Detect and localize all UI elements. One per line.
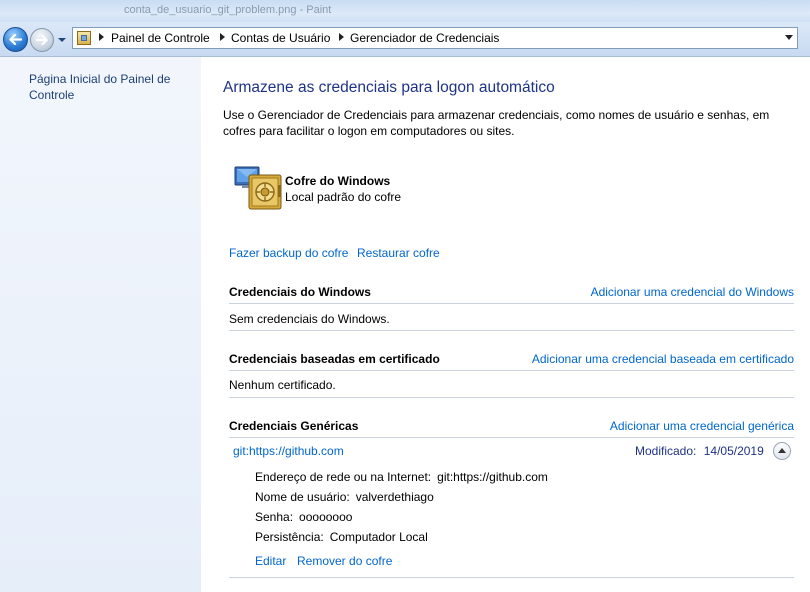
section-divider <box>229 577 794 578</box>
window-title-bar: conta_de_usuario_git_problem.png - Paint <box>0 0 810 22</box>
detail-network-address: Endereço de rede ou na Internet: git:http… <box>255 470 548 484</box>
detail-label: Persistência: <box>255 530 324 544</box>
control-panel-home-link[interactable]: Página Inicial do Painel de Controle <box>29 71 189 103</box>
windows-credentials-empty: Sem credenciais do Windows. <box>229 312 390 326</box>
page-description: Use o Gerenciador de Credenciais para ar… <box>223 108 770 138</box>
vault-location: Local padrão do cofre <box>285 190 402 204</box>
certificate-credentials-heading: Credenciais baseadas em certificado <box>229 352 440 366</box>
forward-arrow-icon <box>35 34 48 46</box>
breadcrumb-gerenciador-de-credenciais[interactable]: Gerenciador de Credenciais <box>350 31 499 45</box>
section-divider <box>229 303 794 304</box>
certificate-credentials-empty: Nenhum certificado. <box>229 378 336 392</box>
detail-persistence: Persistência: Computador Local <box>255 530 428 544</box>
detail-value: valverdethiago <box>355 490 434 504</box>
breadcrumb-separator[interactable] <box>220 33 225 41</box>
vault-name: Cofre do Windows <box>285 174 391 188</box>
edit-credential-link[interactable]: Editar <box>255 554 286 568</box>
add-generic-credential-link[interactable]: Adicionar uma credencial genérica <box>610 419 794 433</box>
forward-button[interactable] <box>30 28 54 52</box>
section-divider <box>229 397 794 398</box>
backup-vault-link[interactable]: Fazer backup do cofre <box>229 246 348 260</box>
credential-item-name[interactable]: git:https://github.com <box>233 444 344 458</box>
detail-label: Nome de usuário: <box>255 490 350 504</box>
add-certificate-credential-link[interactable]: Adicionar uma credencial baseada em cert… <box>532 352 794 366</box>
breadcrumb-painel-de-controle[interactable]: Painel de Controle <box>111 31 210 45</box>
address-bar[interactable]: Painel de Controle Contas de Usuário Ger… <box>72 27 798 49</box>
breadcrumb-separator[interactable] <box>339 33 344 41</box>
windows-vault-icon <box>234 166 282 210</box>
add-windows-credential-link[interactable]: Adicionar uma credencial do Windows <box>591 285 794 299</box>
modified-date: 14/05/2019 <box>703 444 764 458</box>
control-panel-icon <box>77 31 91 45</box>
back-button[interactable] <box>3 27 28 52</box>
page-title: Armazene as credenciais para logon autom… <box>223 79 555 96</box>
windows-credentials-heading: Credenciais do Windows <box>229 285 371 299</box>
restore-vault-link[interactable]: Restaurar cofre <box>357 246 440 260</box>
remove-credential-link[interactable]: Remover do cofre <box>297 554 392 568</box>
detail-value: oooooooo <box>299 510 353 524</box>
breadcrumb-contas-de-usuario[interactable]: Contas de Usuário <box>231 31 330 45</box>
main-content: Armazene as credenciais para logon autom… <box>201 57 810 592</box>
modified-label: Modificado: <box>635 444 697 458</box>
back-arrow-icon <box>9 33 23 46</box>
address-dropdown-icon[interactable] <box>785 35 793 40</box>
breadcrumb-separator[interactable] <box>99 33 104 41</box>
section-divider <box>229 437 794 438</box>
credential-modified: Modificado: 14/05/2019 <box>635 444 764 458</box>
detail-value: Computador Local <box>329 530 428 544</box>
section-divider <box>229 370 794 371</box>
recent-pages-dropdown[interactable] <box>57 36 67 44</box>
detail-value: git:https://github.com <box>437 470 548 484</box>
left-pane: Página Inicial do Painel de Controle <box>0 57 202 592</box>
detail-label: Endereço de rede ou na Internet: <box>255 470 432 484</box>
generic-credentials-heading: Credenciais Genéricas <box>229 419 359 433</box>
window-title: conta_de_usuario_git_problem.png - Paint <box>124 4 332 16</box>
detail-password: Senha: oooooooo <box>255 510 352 524</box>
detail-label: Senha: <box>255 510 294 524</box>
detail-username: Nome de usuário: valverdethiago <box>255 490 434 504</box>
navigation-bar: Painel de Controle Contas de Usuário Ger… <box>0 22 810 57</box>
collapse-chevron-icon[interactable] <box>773 442 791 460</box>
section-divider <box>229 330 794 331</box>
